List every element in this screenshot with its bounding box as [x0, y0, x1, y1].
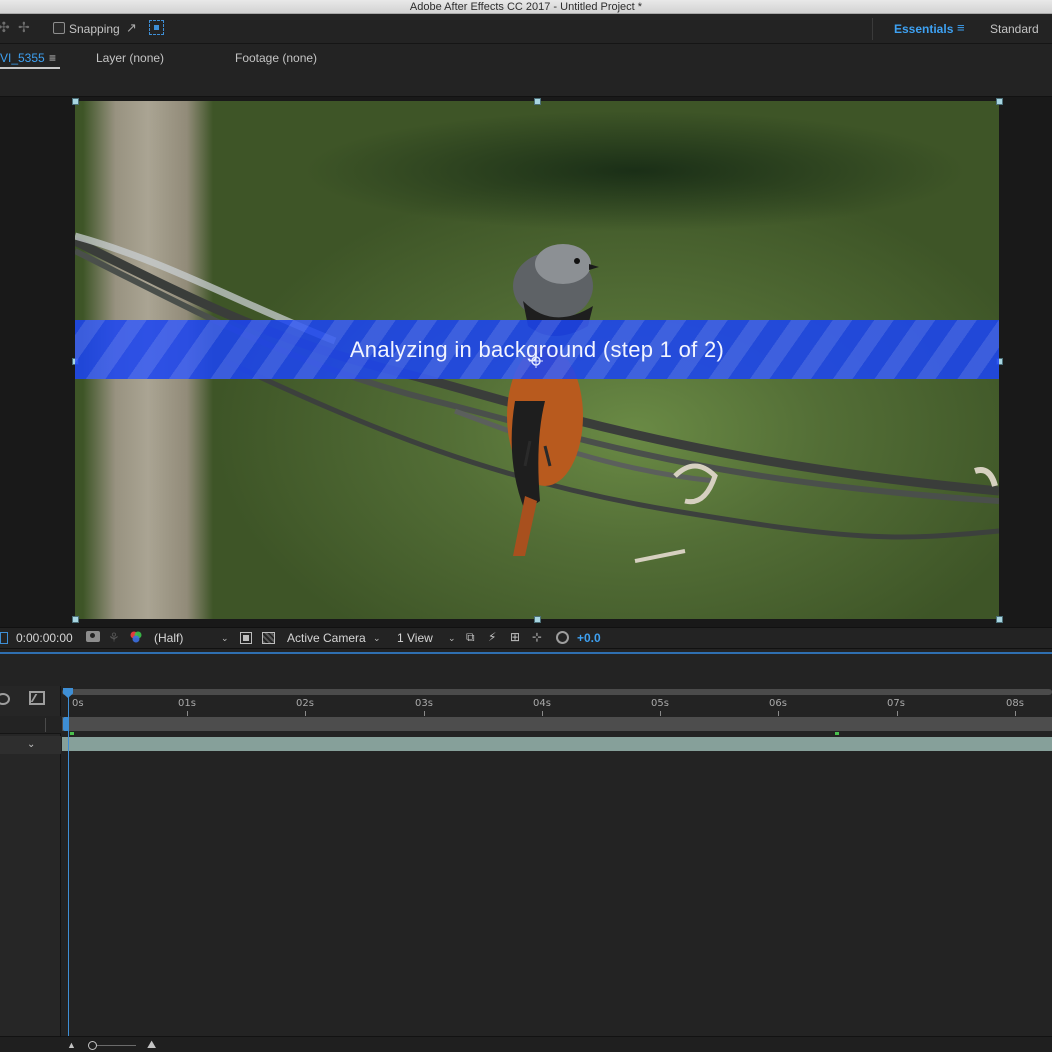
tab-layer[interactable]: Layer (none): [96, 51, 164, 65]
ruler-label: 08s: [1006, 698, 1024, 709]
view-layout-value: 1 View: [397, 631, 433, 645]
reset-exposure-icon[interactable]: [556, 631, 569, 644]
always-preview-icon[interactable]: [0, 632, 8, 644]
snap-features-icon[interactable]: [149, 20, 164, 35]
transform-handle-tr[interactable]: [996, 98, 1003, 105]
snap-edges-icon[interactable]: ↗: [126, 20, 137, 36]
ruler-tick: [660, 711, 661, 716]
playhead-handle[interactable]: [63, 717, 69, 731]
transform-handle-tl[interactable]: [72, 98, 79, 105]
marker: [835, 732, 839, 735]
transform-handle-br[interactable]: [996, 616, 1003, 623]
time-ruler[interactable]: 0s 01s 02s 03s 04s 05s 06s 07s 08s: [62, 686, 1052, 716]
anchor-point-icon[interactable]: [529, 354, 543, 368]
resolution-select[interactable]: (Half) ⌄: [149, 631, 234, 647]
chevron-down-icon: ⌄: [448, 633, 456, 643]
timeline-panel: ⌄ 0s 01s 02s 03s 04s 05s 06s 07s 08s ▲ ⛰: [0, 654, 1052, 1052]
region-of-interest-icon[interactable]: [240, 632, 252, 644]
pin-tool-icon[interactable]: ✣: [0, 19, 10, 36]
composition-panel-menu-icon[interactable]: ≡: [49, 51, 56, 65]
show-channel-icon[interactable]: [129, 630, 143, 644]
ruler-tick: [187, 711, 188, 716]
ruler-label: 0s: [72, 698, 84, 709]
ruler-tick: [542, 711, 543, 716]
view-layout-select[interactable]: 1 View ⌄: [393, 631, 461, 647]
toggle-pixel-aspect-icon[interactable]: ⧉: [466, 630, 475, 645]
camera-value: Active Camera: [287, 631, 366, 645]
viewer-controls-bar: 0:00:00:00 ⚘ (Half) ⌄ Active Camera ⌄ 1 …: [0, 627, 1052, 649]
toolbar: ✣ ✢ Snapping ↗ Essentials ≡ Standard: [0, 14, 1052, 44]
layer-duration-bar[interactable]: [62, 737, 1052, 751]
transform-handle-t[interactable]: [534, 98, 541, 105]
viewer-panel-tabs: VI_5355 ≡ Layer (none) Footage (none): [0, 45, 1052, 97]
layer-list: ⌄: [0, 686, 61, 1036]
layer-row[interactable]: ⌄: [0, 736, 61, 754]
ruler-label: 02s: [296, 698, 314, 709]
tab-footage[interactable]: Footage (none): [235, 51, 317, 65]
transform-handle-b[interactable]: [534, 616, 541, 623]
ruler-tick: [778, 711, 779, 716]
current-time-display[interactable]: 0:00:00:00: [16, 631, 73, 645]
chevron-down-icon[interactable]: ⌄: [27, 739, 35, 750]
workspace-standard[interactable]: Standard: [990, 22, 1039, 36]
marker: [70, 732, 74, 735]
workspace-essentials[interactable]: Essentials: [894, 22, 953, 36]
snapping-checkbox[interactable]: [53, 22, 65, 34]
exposure-value[interactable]: +0.0: [577, 631, 601, 645]
ruler-label: 03s: [415, 698, 433, 709]
transparency-grid-icon[interactable]: [262, 632, 275, 644]
chevron-down-icon: ⌄: [373, 633, 381, 643]
ruler-label: 06s: [769, 698, 787, 709]
work-area-bar[interactable]: [62, 689, 1052, 695]
composition-viewer[interactable]: Analyzing in background (step 1 of 2): [0, 97, 1052, 627]
playhead-line[interactable]: [68, 696, 69, 1036]
zoom-slider-track[interactable]: [92, 1045, 136, 1046]
transform-handle-bl[interactable]: [72, 616, 79, 623]
snapping-label: Snapping: [69, 22, 120, 36]
flowchart-icon[interactable]: ⊹: [532, 630, 542, 644]
puppet-tool-icon[interactable]: ✢: [18, 19, 30, 36]
ruler-label: 04s: [533, 698, 551, 709]
camera-select[interactable]: Active Camera ⌄: [283, 631, 386, 647]
toolbar-divider: [872, 18, 873, 40]
timeline-footer: ▲ ⛰: [0, 1036, 1052, 1052]
fast-previews-icon[interactable]: ⚡: [488, 630, 496, 644]
comp-duration-bar[interactable]: [62, 717, 1052, 731]
graph-editor-icon[interactable]: [29, 691, 45, 705]
chevron-down-icon: ⌄: [221, 633, 229, 643]
ruler-tick: [1015, 711, 1016, 716]
timeline-icon[interactable]: ⊞: [510, 630, 520, 644]
ruler-tick: [305, 711, 306, 716]
ruler-tick: [424, 711, 425, 716]
analyzing-banner: Analyzing in background (step 1 of 2): [75, 320, 999, 379]
show-snapshot-icon[interactable]: ⚘: [108, 630, 120, 646]
zoom-in-icon[interactable]: ⛰: [147, 1039, 156, 1052]
zoom-slider-handle[interactable]: [88, 1041, 97, 1050]
workspace-menu-icon[interactable]: ≡: [957, 20, 965, 35]
resolution-value: (Half): [154, 631, 184, 645]
zoom-out-icon[interactable]: ▲: [67, 1040, 76, 1050]
ruler-label: 07s: [887, 698, 905, 709]
ruler-tick: [897, 711, 898, 716]
tab-composition[interactable]: VI_5355: [0, 51, 45, 65]
ruler-label: 05s: [651, 698, 669, 709]
motion-blur-icon[interactable]: [0, 693, 10, 705]
layer-header-row: [0, 716, 61, 734]
take-snapshot-icon[interactable]: [86, 631, 100, 642]
active-tab-indicator: [0, 67, 60, 69]
window-title: Adobe After Effects CC 2017 - Untitled P…: [0, 0, 1052, 14]
ruler-label: 01s: [178, 698, 196, 709]
